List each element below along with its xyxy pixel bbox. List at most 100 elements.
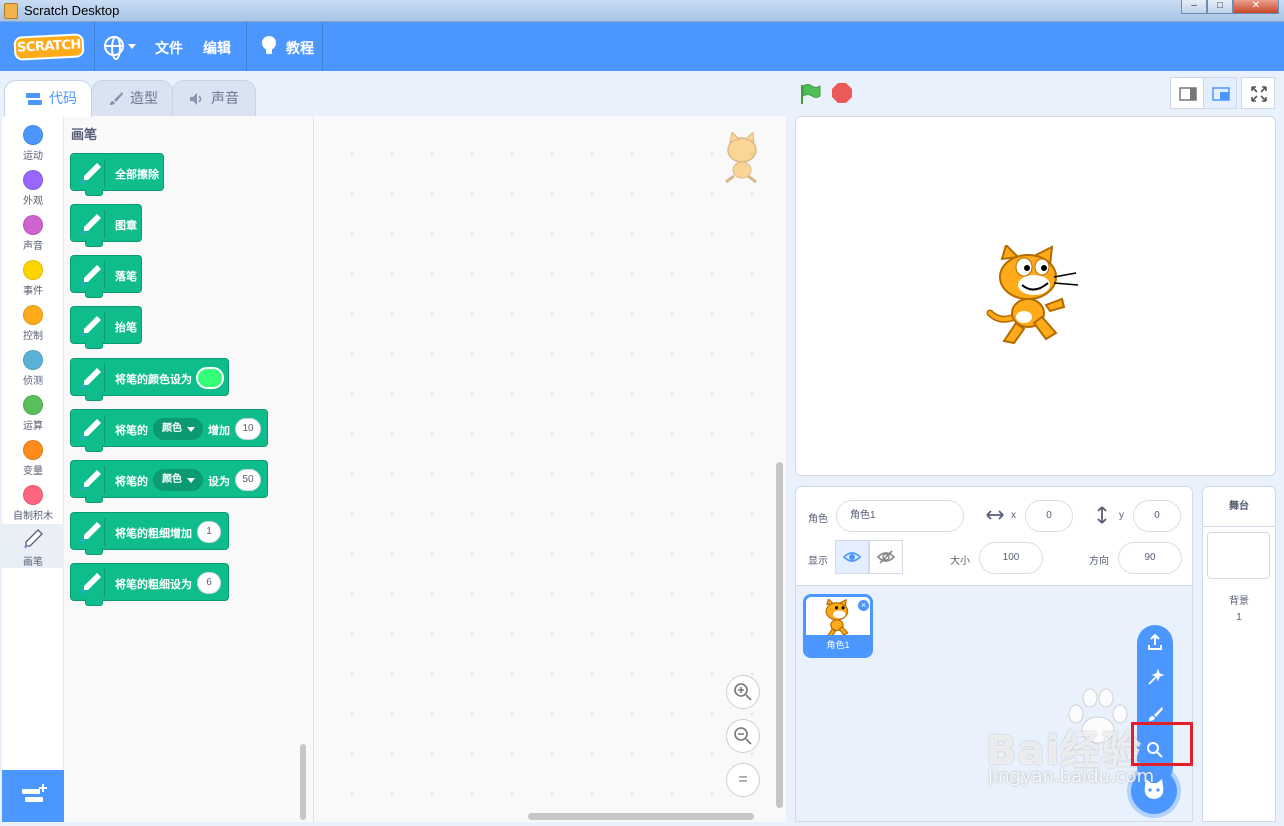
pen-icon	[77, 312, 105, 340]
upload-icon[interactable]	[1146, 633, 1164, 651]
set-param-input[interactable]: 50	[235, 469, 261, 491]
y-input[interactable]: 0	[1133, 500, 1181, 532]
scratch-logo[interactable]: SCRATCH	[13, 33, 85, 61]
globe-icon	[104, 36, 124, 60]
workspace-vertical-scrollbar[interactable]	[776, 462, 783, 808]
tab-costumes-label: 造型	[130, 90, 158, 106]
block-set-pen-size[interactable]: 将笔的粗细设为 6	[70, 563, 229, 606]
file-menu[interactable]: 文件	[155, 38, 183, 58]
vertical-arrows-icon	[1097, 506, 1107, 524]
code-blocks-icon	[26, 93, 42, 106]
tab-code[interactable]: 代码	[4, 80, 92, 117]
block-palette: 画笔 全部擦除 图章 落笔 抬笔 将笔的颜色设为 将笔的 颜色 增加 10 将笔…	[64, 116, 314, 822]
menu-divider	[246, 22, 247, 71]
block-label: 将笔的粗细增加	[115, 528, 192, 540]
pen-param-dropdown[interactable]: 颜色	[153, 469, 203, 491]
tab-sounds[interactable]: 声音	[172, 80, 256, 116]
green-flag-icon[interactable]	[799, 83, 821, 105]
stop-button[interactable]	[832, 83, 852, 103]
close-button[interactable]: ✕	[1233, 0, 1279, 14]
show-sprite-button[interactable]	[835, 540, 869, 574]
block-stamp[interactable]: 图章	[70, 204, 142, 247]
block-label: 抬笔	[115, 322, 137, 334]
category-dot	[23, 260, 43, 280]
block-label: 落笔	[115, 271, 137, 283]
language-menu[interactable]	[100, 22, 142, 71]
category-label: 运动	[23, 151, 43, 162]
delete-sprite-button[interactable]: ×	[857, 599, 870, 612]
block-label: 增加	[208, 425, 230, 437]
sprite-thumbnail-name: 角色1	[806, 635, 870, 655]
block-pen-down[interactable]: 落笔	[70, 255, 142, 298]
window-title: Scratch Desktop	[24, 3, 120, 18]
block-set-pen-color[interactable]: 将笔的颜色设为	[70, 358, 229, 401]
change-size-input[interactable]: 1	[197, 521, 221, 543]
workspace-horizontal-scrollbar[interactable]	[528, 813, 754, 820]
small-stage-button[interactable]	[1170, 77, 1204, 109]
add-extension-icon	[22, 784, 47, 802]
minimize-button[interactable]: –	[1181, 0, 1207, 14]
category-events[interactable]: 事件	[2, 255, 64, 299]
category-dot	[23, 215, 43, 235]
category-pen[interactable]: 画笔	[2, 524, 64, 568]
palette-section-title: 画笔	[71, 127, 98, 142]
maximize-button[interactable]: □	[1207, 0, 1233, 14]
category-control[interactable]: 控制	[2, 300, 64, 344]
large-stage-icon	[1212, 87, 1230, 101]
hide-sprite-button[interactable]	[869, 540, 903, 574]
x-input[interactable]: 0	[1025, 500, 1073, 532]
category-sensing[interactable]: 侦测	[2, 345, 64, 389]
category-dot	[23, 440, 43, 460]
add-extension-button[interactable]	[2, 770, 64, 822]
category-dot	[23, 395, 43, 415]
zoom-in-button[interactable]	[726, 675, 760, 709]
app-icon	[4, 3, 18, 19]
cat-sprite-icon[interactable]	[984, 245, 1088, 349]
block-pen-up[interactable]: 抬笔	[70, 306, 142, 349]
block-change-pen-param[interactable]: 将笔的 颜色 增加 10	[70, 409, 268, 452]
category-dot	[23, 125, 43, 145]
dropdown-value: 颜色	[162, 423, 182, 434]
category-sound[interactable]: 声音	[2, 210, 64, 254]
tab-costumes[interactable]: 造型	[91, 80, 173, 116]
zoom-reset-button[interactable]: =	[726, 763, 760, 797]
block-set-pen-param[interactable]: 将笔的 颜色 设为 50	[70, 460, 268, 503]
eye-icon	[842, 552, 862, 562]
pen-color-swatch[interactable]	[196, 367, 224, 389]
menu-divider	[322, 22, 323, 71]
tutorials-menu[interactable]: 教程	[256, 22, 320, 71]
x-label: x	[1011, 510, 1016, 521]
edit-menu[interactable]: 编辑	[203, 38, 231, 58]
block-label: 将笔的	[115, 476, 148, 488]
category-label: 侦测	[23, 376, 43, 387]
change-param-input[interactable]: 10	[235, 418, 261, 440]
backdrops-label: 背景	[1229, 596, 1249, 607]
pen-icon	[77, 261, 105, 289]
category-label: 事件	[23, 286, 43, 297]
script-workspace[interactable]	[314, 116, 786, 822]
large-stage-button[interactable]	[1203, 77, 1237, 109]
fullscreen-button[interactable]	[1241, 77, 1275, 109]
category-my-blocks[interactable]: 自制积木	[2, 480, 64, 524]
sprite-name-input[interactable]: 角色1	[836, 500, 964, 532]
palette-scrollbar[interactable]	[300, 744, 306, 820]
stage-thumbnail[interactable]	[1207, 532, 1270, 579]
paint-icon[interactable]	[1146, 705, 1164, 723]
block-change-pen-size[interactable]: 将笔的粗细增加 1	[70, 512, 229, 555]
set-size-input[interactable]: 6	[197, 572, 221, 594]
category-operators[interactable]: 运算	[2, 390, 64, 434]
category-looks[interactable]: 外观	[2, 165, 64, 209]
pen-icon	[77, 466, 105, 494]
block-label: 将笔的	[115, 425, 148, 437]
pen-param-dropdown[interactable]: 颜色	[153, 418, 203, 440]
stage-canvas[interactable]	[795, 116, 1276, 476]
pen-icon	[24, 529, 43, 549]
category-motion[interactable]: 运动	[2, 120, 64, 164]
direction-input[interactable]: 90	[1118, 542, 1182, 574]
category-variables[interactable]: 变量	[2, 435, 64, 479]
chevron-down-icon	[187, 427, 195, 432]
surprise-icon[interactable]	[1146, 669, 1164, 687]
size-input[interactable]: 100	[979, 542, 1043, 574]
zoom-out-button[interactable]	[726, 719, 760, 753]
block-clear[interactable]: 全部擦除	[70, 153, 164, 196]
